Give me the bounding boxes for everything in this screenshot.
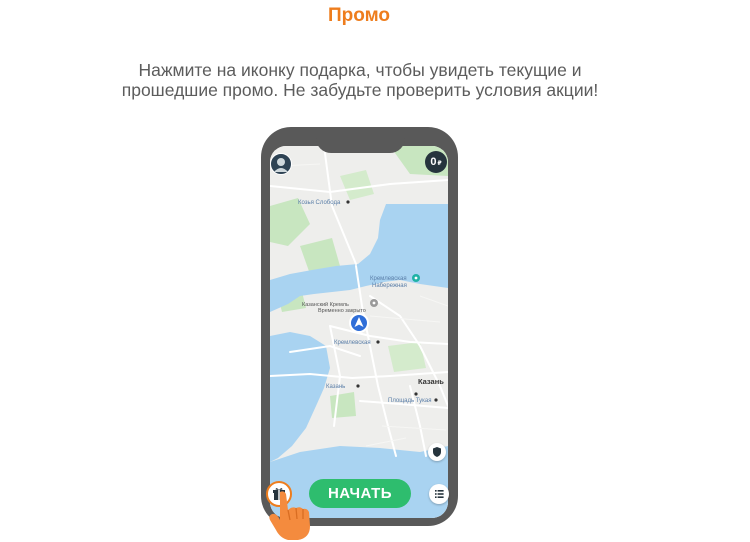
phone-screen: Козья Слобода Кремлевская Набережная Кре… [270,146,448,518]
map-view[interactable]: Козья Слобода Кремлевская Набережная Кре… [270,146,448,518]
page-subtitle: Нажмите на иконку подарка, чтобы увидеть… [60,60,660,100]
balance-value: 0 [430,156,437,168]
balance-badge[interactable]: 0₽ [425,151,447,173]
page-title: Промо [327,5,391,26]
phone-notch [316,127,405,153]
subtitle-line-2: прошедшие промо. Не забудьте проверить у… [121,80,599,100]
shield-icon[interactable] [428,443,446,461]
avatar-icon[interactable] [270,153,292,175]
map-label-kazan-station: Казань [326,384,345,390]
map-label-embankment-2: Набережная [372,283,407,289]
kremlin-pin-icon [370,299,378,307]
embankment-pin-icon [412,274,420,282]
map-label-tukaya: Площадь Тукая [388,398,431,404]
start-button[interactable]: НАЧАТЬ [309,479,411,508]
map-label-kremlin-1: Казанский Кремль [302,301,349,308]
subtitle-line-1: Нажмите на иконку подарка, чтобы увидеть… [138,60,582,80]
map-label-kazan-city: Казань [418,377,444,386]
map-label-kozya-sloboda: Козья Слобода [298,200,341,206]
map-label-kremlevskaya: Кремлевская [334,340,371,346]
map-label-embankment-1: Кремлевская [370,276,407,282]
currency-symbol: ₽ [437,161,442,167]
location-arrow-icon [349,313,369,333]
list-icon[interactable] [429,484,449,504]
pointing-hand-icon [269,491,310,540]
